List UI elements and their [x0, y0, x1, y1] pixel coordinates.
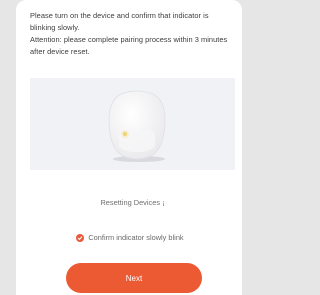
attention-line: Attention: please complete pairing proce… — [30, 35, 228, 56]
resetting-caption: Resetting Devices ¡ — [100, 198, 165, 207]
device-illustration — [30, 78, 235, 170]
instructions-text: Please turn on the device and confirm th… — [30, 10, 235, 58]
check-icon — [76, 233, 85, 242]
confirm-indicator-checkbox[interactable]: Confirm indicator slowly blink — [0, 233, 260, 242]
smart-plug-device-icon — [108, 90, 166, 160]
instruction-line: Please turn on the device and confirm th… — [30, 11, 209, 32]
next-button[interactable]: Next — [66, 263, 202, 293]
confirm-indicator-label: Confirm indicator slowly blink — [88, 233, 184, 242]
